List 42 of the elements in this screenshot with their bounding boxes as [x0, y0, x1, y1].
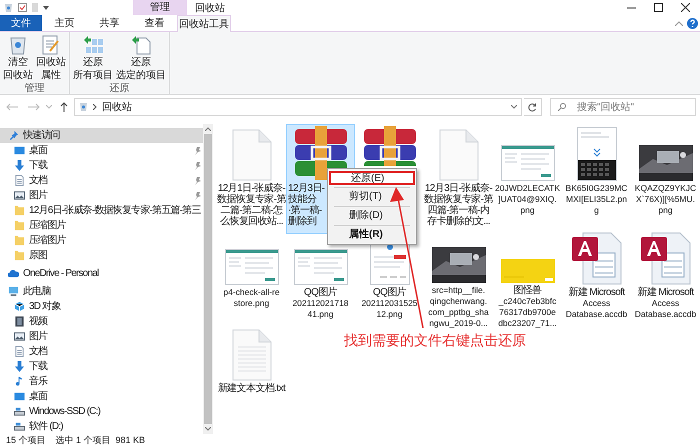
- file-name: src=http__file. qingchenwang. com_pptbg_sha ngwu_2019-0...: [428, 285, 489, 329]
- nav-label: 文档: [29, 174, 48, 188]
- nav-label: Windows-SSD (C:): [29, 405, 102, 419]
- nav-label: 此电脑: [23, 284, 52, 299]
- nav-label: 软件 (D:): [29, 420, 64, 434]
- file-name: 12月3日-张威奈- 数据恢复专家-第 四篇-第一稿-内 存卡删除的文...: [424, 183, 493, 227]
- address-path: 回收站: [102, 100, 133, 114]
- nav-label: 桌面: [29, 144, 48, 158]
- nav-label: 图片: [29, 330, 49, 344]
- file-name: 12月3日- 技能分 ·第一稿- 删除到: [288, 183, 324, 227]
- nav-label: 桌面: [29, 390, 48, 404]
- file-name: KQAZQZ9YKJC X`76X)][%5MU. png: [634, 183, 696, 216]
- file-name: 图怪兽 _c240c7eb3bfc 76317db9700e dbc23207_71...: [498, 285, 557, 329]
- nav-label: 文档: [29, 344, 48, 359]
- selection-info: 选中 1 个项目 981 KB: [56, 436, 146, 444]
- nav-label: OneDrive - Personal: [23, 267, 100, 281]
- nav-label: 原图: [29, 249, 48, 263]
- nav-label: 图片: [29, 188, 49, 203]
- group-label: 还原: [110, 82, 130, 96]
- nav-label: 音乐: [29, 374, 48, 389]
- file-name: 新建文本文档.txt: [218, 383, 286, 394]
- file-name: BK65I0G239MC MXI[ELI35L2.pn g: [566, 183, 628, 216]
- file-name: 新建 Microsoft Access Database.accdb: [566, 287, 628, 320]
- nav-label: 下载: [29, 158, 48, 173]
- nav-label: 压缩图片: [29, 234, 68, 248]
- file-name: QQ图片 202112021718 41.png: [292, 287, 349, 320]
- window-title: 回收站: [194, 2, 226, 15]
- nav-label: 视频: [29, 314, 49, 329]
- file-name: QQ图片 202112031525 12.png: [361, 287, 418, 320]
- nav-label: 下载: [29, 360, 48, 374]
- file-name: p4-check-all-re store.png: [223, 287, 280, 309]
- item-count: 15 个项目: [6, 436, 46, 444]
- nav-label: 3D 对象: [29, 300, 62, 314]
- annotation-text: 找到需要的文件右键点击还原: [344, 331, 526, 350]
- nav-label: 12月6日-张威奈-数据恢复专家-第五篇-第三: [29, 204, 202, 218]
- context-tab-header: 管理: [133, 0, 187, 15]
- group-label: 管理: [24, 82, 44, 96]
- nav-label: 快速访问: [23, 128, 61, 143]
- file-name: 新建 Microsoft Access Database.accdb: [634, 287, 696, 320]
- file-name: 20JWD2LECATK ]UAT04@9XIQ. png: [494, 183, 560, 216]
- file-name: 12月1日-张威奈- 数据恢复专家-第 二篇-第二稿-怎 么恢复回收站...: [217, 183, 286, 227]
- nav-label: 压缩图片: [29, 218, 68, 233]
